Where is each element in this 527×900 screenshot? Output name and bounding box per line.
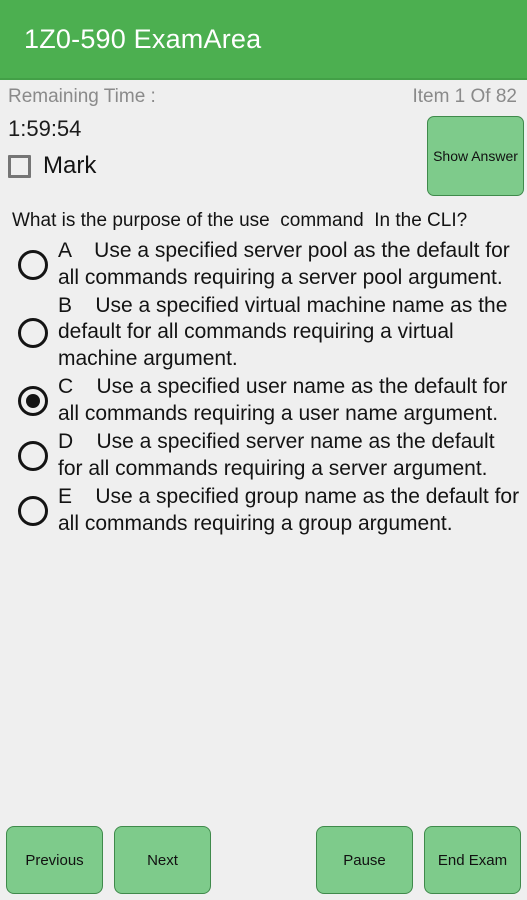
radio-option-a[interactable] [18, 249, 48, 280]
option-b[interactable]: B Use a specified virtual machine name a… [8, 293, 523, 374]
radio-option-d[interactable] [18, 440, 48, 471]
option-d[interactable]: D Use a specified server name as the def… [8, 429, 523, 483]
option-b-label: B Use a specified virtual machine name a… [58, 293, 514, 371]
previous-button[interactable]: Previous [6, 826, 103, 894]
mark-label: Mark [43, 152, 97, 179]
show-answer-button[interactable]: Show Answer [427, 116, 524, 196]
end-exam-button[interactable]: End Exam [424, 826, 521, 894]
question-text: What is the purpose of the use command I… [12, 210, 468, 231]
radio-option-e[interactable] [18, 495, 48, 526]
option-c-label: C Use a specified user name as the defau… [58, 375, 514, 426]
app-bar: 1Z0-590 ExamArea [0, 0, 527, 80]
pause-button[interactable]: Pause [316, 826, 413, 894]
bottom-button-bar: Previous Next Pause End Exam [0, 820, 527, 900]
option-a[interactable]: A Use a specified server pool as the def… [8, 238, 523, 292]
remaining-time-label: Remaining Time : [8, 86, 156, 107]
mark-checkbox[interactable] [8, 154, 31, 178]
radio-option-b[interactable] [18, 317, 48, 348]
options-list: A Use a specified server pool as the def… [0, 232, 527, 538]
status-row: Remaining Time : Item 1 Of 82 [0, 80, 527, 114]
option-a-label: A Use a specified server pool as the def… [58, 238, 516, 289]
option-e-label: E Use a specified group name as the defa… [58, 484, 525, 535]
next-button[interactable]: Next [114, 826, 211, 894]
item-counter: Item 1 Of 82 [412, 86, 517, 107]
page-title: 1Z0-590 ExamArea [24, 23, 262, 54]
timer-mark-block: 1:59:54 Mark Show Answer [0, 114, 527, 198]
option-c[interactable]: C Use a specified user name as the defau… [8, 374, 523, 428]
option-e[interactable]: E Use a specified group name as the defa… [8, 484, 523, 538]
radio-option-c[interactable] [18, 386, 48, 417]
option-d-label: D Use a specified server name as the def… [58, 429, 501, 480]
